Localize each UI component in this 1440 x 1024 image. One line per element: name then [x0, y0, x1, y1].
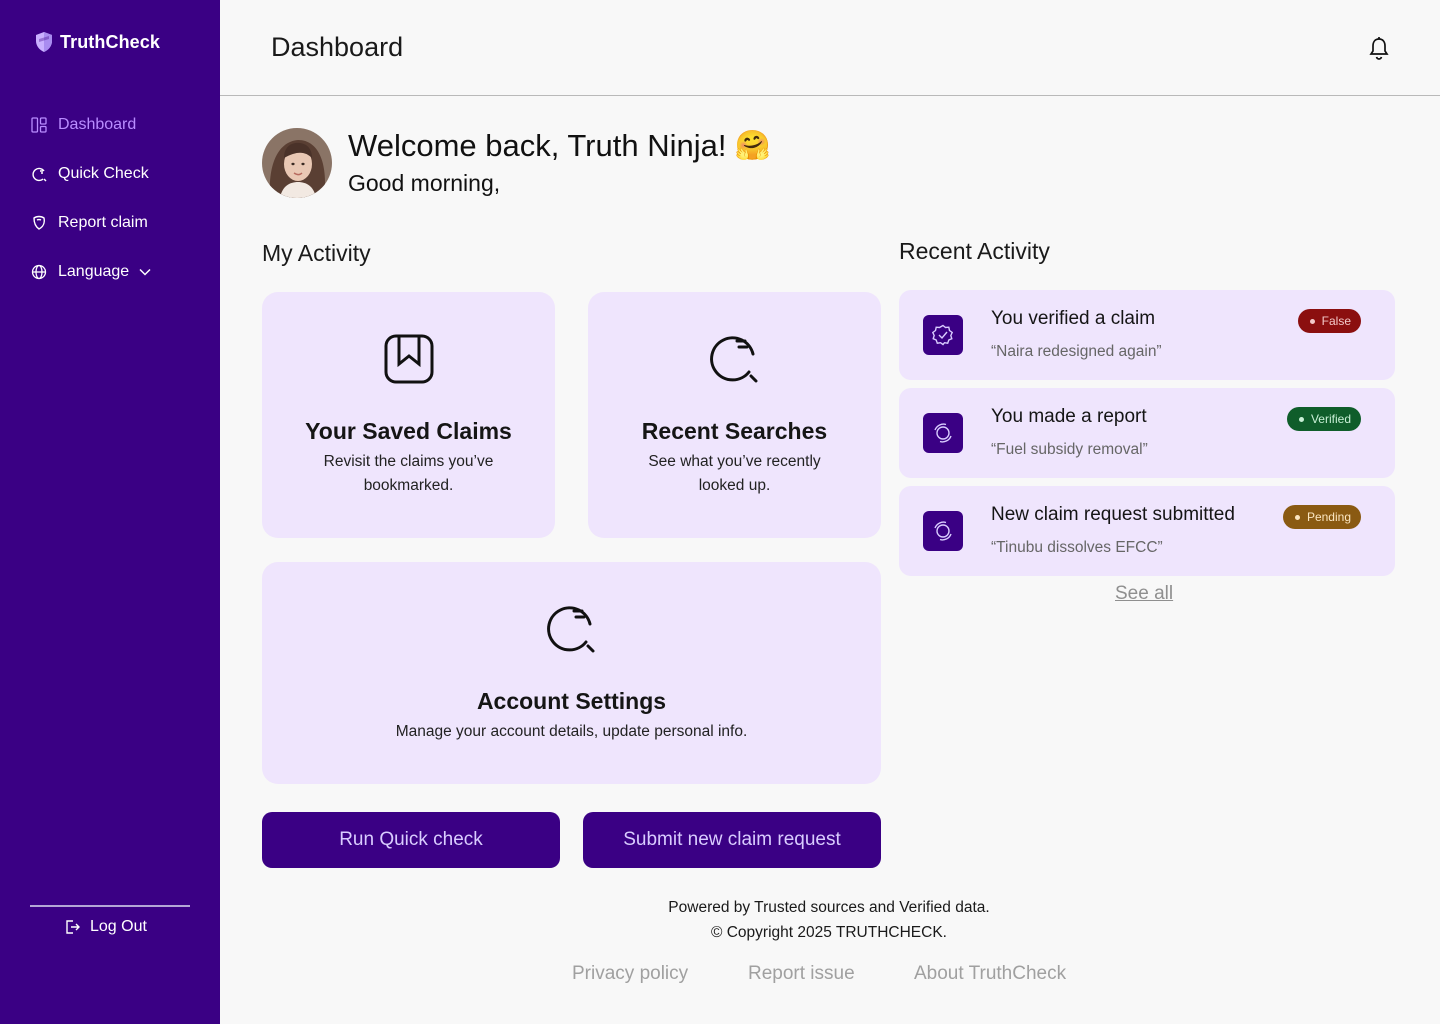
avatar[interactable]: [262, 128, 332, 198]
activity-item[interactable]: You verified a claim “Naira redesigned a…: [899, 290, 1395, 380]
activity-quote: “Tinubu dissolves EFCC”: [991, 539, 1163, 556]
top-header: Dashboard: [220, 0, 1440, 96]
app-name: TruthCheck: [60, 31, 161, 52]
shield-logo-icon: [36, 32, 52, 52]
logout-icon: [66, 920, 80, 934]
sidebar-item-dashboard[interactable]: Dashboard: [30, 112, 151, 138]
my-activity-title: My Activity: [262, 240, 371, 266]
search-refresh-icon: [546, 606, 594, 653]
card-description-line: Manage your account details, update pers…: [395, 723, 748, 740]
sidebar-item-report-claim[interactable]: Report claim: [30, 210, 151, 236]
logout-button[interactable]: Log Out: [64, 918, 147, 936]
bookmark-icon: [384, 334, 433, 384]
activity-title: You made a report: [991, 406, 1147, 427]
sidebar-item-label: Language: [58, 263, 130, 280]
logout-label: Log Out: [90, 918, 147, 935]
verified-badge-icon: [923, 315, 963, 355]
activity-item[interactable]: You made a report “Fuel subsidy removal”…: [899, 388, 1395, 478]
activity-quote: “Naira redesigned again”: [991, 343, 1162, 360]
account-settings-card[interactable]: Account Settings Manage your account det…: [262, 562, 881, 784]
sidebar-divider: [30, 905, 190, 907]
report-issue-link[interactable]: Report issue: [748, 963, 855, 985]
hugging-emoji-icon: 🤗: [734, 130, 771, 162]
footer-powered-by: Powered by Trusted sources and Verified …: [668, 899, 990, 916]
card-description: Revisit the claims you’ve bookmarked.: [289, 450, 529, 498]
card-description: Manage your account details, update pers…: [292, 720, 852, 744]
quick-check-icon: [30, 165, 48, 183]
badge-label: False: [1321, 314, 1351, 328]
activity-quote: “Fuel subsidy removal”: [991, 441, 1148, 458]
sidebar-nav: Dashboard Quick Check Report claim Langu…: [30, 112, 151, 308]
recent-activity-title: Recent Activity: [899, 238, 1050, 264]
card-description-line: looked up.: [698, 477, 771, 494]
search-refresh-icon: [709, 336, 757, 383]
activity-title: You verified a claim: [991, 308, 1156, 329]
welcome-heading: Welcome back, Truth Ninja! 🤗: [348, 128, 771, 164]
bell-icon[interactable]: [1368, 36, 1390, 62]
submit-claim-button[interactable]: Submit new claim request: [583, 812, 881, 868]
activity-title: New claim request submitted: [991, 504, 1235, 525]
activity-item[interactable]: New claim request submitted “Tinubu diss…: [899, 486, 1395, 576]
see-all-link[interactable]: See all: [1115, 583, 1173, 605]
recent-searches-card[interactable]: Recent Searches See what you’ve recently…: [588, 292, 881, 538]
sidebar-item-language[interactable]: Language: [30, 259, 151, 285]
globe-icon: [30, 263, 48, 281]
run-quick-check-button[interactable]: Run Quick check: [262, 812, 560, 868]
about-link[interactable]: About TruthCheck: [914, 963, 1066, 985]
card-description: See what you’ve recently looked up.: [615, 450, 855, 498]
greeting: Good morning,: [348, 170, 501, 196]
card-description-line: Revisit the claims you’ve: [323, 453, 494, 470]
report-icon: [30, 214, 48, 232]
card-title: Your Saved Claims: [305, 418, 512, 444]
privacy-policy-link[interactable]: Privacy policy: [572, 963, 688, 985]
app-logo[interactable]: TruthCheck: [34, 31, 160, 53]
sidebar-item-label: Dashboard: [58, 116, 137, 133]
badge-label: Verified: [1310, 412, 1351, 426]
page-title: Dashboard: [271, 32, 404, 62]
footer-copyright: © Copyright 2025 TRUTHCHECK.: [711, 924, 947, 941]
card-description-line: See what you’ve recently: [648, 453, 821, 470]
chevron-down-icon[interactable]: [139, 268, 151, 276]
report-circle-icon: [923, 511, 963, 551]
status-badge-verified: Verified: [1286, 407, 1361, 431]
report-circle-icon: [923, 413, 963, 453]
sidebar-item-quick-check[interactable]: Quick Check: [30, 161, 151, 187]
dashboard-icon: [30, 116, 48, 134]
card-description-line: bookmarked.: [363, 477, 454, 494]
status-badge-false: False: [1297, 309, 1361, 333]
saved-claims-card[interactable]: Your Saved Claims Revisit the claims you…: [262, 292, 555, 538]
card-title: Recent Searches: [641, 418, 828, 444]
card-title: Account Settings: [476, 688, 667, 714]
status-badge-pending: Pending: [1282, 505, 1361, 529]
sidebar-item-label: Report claim: [58, 214, 148, 231]
sidebar: TruthCheck Dashboard Quick Check Report …: [0, 0, 220, 1024]
badge-label: Pending: [1306, 510, 1351, 524]
sidebar-item-label: Quick Check: [58, 165, 149, 182]
welcome-title: Welcome back, Truth Ninja!: [348, 128, 727, 163]
